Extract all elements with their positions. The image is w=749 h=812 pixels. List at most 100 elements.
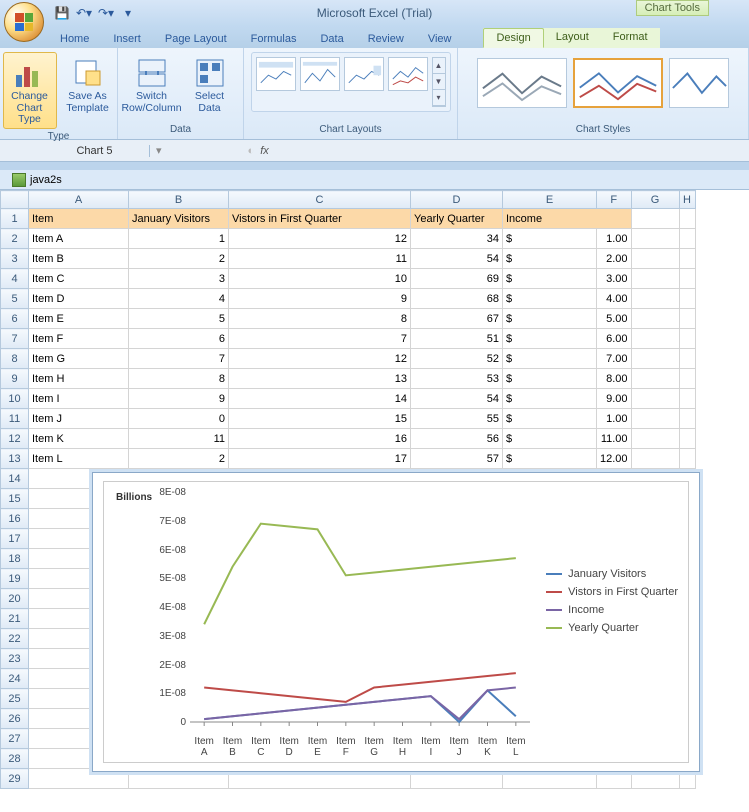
style-option-3[interactable] xyxy=(669,58,729,108)
col-header-A[interactable]: A xyxy=(29,191,129,209)
cell-D3[interactable]: 54 xyxy=(411,249,503,269)
col-header-E[interactable]: E xyxy=(503,191,597,209)
cell-D1[interactable]: Yearly Quarter xyxy=(411,209,503,229)
fx-icon[interactable]: fx xyxy=(260,145,269,157)
cell-F10[interactable]: 9.00 xyxy=(597,389,632,409)
row-header-3[interactable]: 3 xyxy=(1,249,29,269)
row-header-27[interactable]: 27 xyxy=(1,729,29,749)
tab-data[interactable]: Data xyxy=(308,30,355,48)
series-line[interactable] xyxy=(204,673,516,702)
cell-E6[interactable]: $ xyxy=(503,309,597,329)
chart-styles-gallery[interactable] xyxy=(471,52,735,114)
row-header-4[interactable]: 4 xyxy=(1,269,29,289)
change-chart-type-button[interactable]: Change Chart Type xyxy=(3,52,57,129)
cell-B1[interactable]: January Visitors xyxy=(129,209,229,229)
cell-A1[interactable]: Item xyxy=(29,209,129,229)
cell-C12[interactable]: 16 xyxy=(229,429,411,449)
cell-E3[interactable]: $ xyxy=(503,249,597,269)
row-header-29[interactable]: 29 xyxy=(1,769,29,789)
formula-input[interactable] xyxy=(275,145,575,157)
cell-C2[interactable]: 12 xyxy=(229,229,411,249)
select-all-corner[interactable] xyxy=(1,191,29,209)
cell-F4[interactable]: 3.00 xyxy=(597,269,632,289)
chart-legend[interactable]: January Visitors Vistors in First Quarter… xyxy=(546,562,678,640)
cell-A10[interactable]: Item I xyxy=(29,389,129,409)
col-header-F[interactable]: F xyxy=(597,191,632,209)
style-option-1[interactable] xyxy=(477,58,567,108)
cell-B12[interactable]: 11 xyxy=(129,429,229,449)
legend-item[interactable]: January Visitors xyxy=(546,568,678,580)
embedded-chart[interactable]: Billions 01E-082E-083E-084E-085E-086E-08… xyxy=(92,472,700,772)
cell-F9[interactable]: 8.00 xyxy=(597,369,632,389)
cell-E12[interactable]: $ xyxy=(503,429,597,449)
save-icon[interactable]: 💾 xyxy=(54,5,70,21)
tab-layout[interactable]: Layout xyxy=(544,28,601,48)
style-option-2[interactable] xyxy=(573,58,663,108)
cell-A3[interactable]: Item B xyxy=(29,249,129,269)
cell-D7[interactable]: 51 xyxy=(411,329,503,349)
cell-E8[interactable]: $ xyxy=(503,349,597,369)
cell-E13[interactable]: $ xyxy=(503,449,597,469)
cell-B5[interactable]: 4 xyxy=(129,289,229,309)
cell-D4[interactable]: 69 xyxy=(411,269,503,289)
select-data-button[interactable]: Select Data xyxy=(183,52,237,117)
layout-option-4[interactable] xyxy=(388,57,428,91)
row-header-8[interactable]: 8 xyxy=(1,349,29,369)
row-header-1[interactable]: 1 xyxy=(1,209,29,229)
row-header-17[interactable]: 17 xyxy=(1,529,29,549)
cell-D12[interactable]: 56 xyxy=(411,429,503,449)
cell-C3[interactable]: 11 xyxy=(229,249,411,269)
undo-icon[interactable]: ↶▾ xyxy=(76,5,92,21)
cell-C8[interactable]: 12 xyxy=(229,349,411,369)
switch-row-column-button[interactable]: Switch Row/Column xyxy=(125,52,179,117)
row-header-12[interactable]: 12 xyxy=(1,429,29,449)
row-header-28[interactable]: 28 xyxy=(1,749,29,769)
cell-A8[interactable]: Item G xyxy=(29,349,129,369)
col-header-D[interactable]: D xyxy=(411,191,503,209)
row-header-22[interactable]: 22 xyxy=(1,629,29,649)
tab-format[interactable]: Format xyxy=(601,28,660,48)
cell-A11[interactable]: Item J xyxy=(29,409,129,429)
row-header-7[interactable]: 7 xyxy=(1,329,29,349)
cell-E2[interactable]: $ xyxy=(503,229,597,249)
legend-item[interactable]: Vistors in First Quarter xyxy=(546,586,678,598)
cell-C9[interactable]: 13 xyxy=(229,369,411,389)
row-header-23[interactable]: 23 xyxy=(1,649,29,669)
cell-F5[interactable]: 4.00 xyxy=(597,289,632,309)
row-header-6[interactable]: 6 xyxy=(1,309,29,329)
cell-F2[interactable]: 1.00 xyxy=(597,229,632,249)
cell-B6[interactable]: 5 xyxy=(129,309,229,329)
cell-B10[interactable]: 9 xyxy=(129,389,229,409)
cell-D2[interactable]: 34 xyxy=(411,229,503,249)
cell-F6[interactable]: 5.00 xyxy=(597,309,632,329)
row-header-26[interactable]: 26 xyxy=(1,709,29,729)
tab-review[interactable]: Review xyxy=(356,30,416,48)
row-header-2[interactable]: 2 xyxy=(1,229,29,249)
row-header-24[interactable]: 24 xyxy=(1,669,29,689)
series-line[interactable] xyxy=(204,524,516,625)
cell-B2[interactable]: 1 xyxy=(129,229,229,249)
row-header-16[interactable]: 16 xyxy=(1,509,29,529)
cell-C13[interactable]: 17 xyxy=(229,449,411,469)
row-header-11[interactable]: 11 xyxy=(1,409,29,429)
cell-C1[interactable]: Vistors in First Quarter xyxy=(229,209,411,229)
cell-B3[interactable]: 2 xyxy=(129,249,229,269)
office-button[interactable] xyxy=(4,2,44,42)
cell-F11[interactable]: 1.00 xyxy=(597,409,632,429)
tab-insert[interactable]: Insert xyxy=(101,30,153,48)
cell-F7[interactable]: 6.00 xyxy=(597,329,632,349)
cell-E9[interactable]: $ xyxy=(503,369,597,389)
cell-B7[interactable]: 6 xyxy=(129,329,229,349)
cell-C6[interactable]: 8 xyxy=(229,309,411,329)
row-header-18[interactable]: 18 xyxy=(1,549,29,569)
row-header-13[interactable]: 13 xyxy=(1,449,29,469)
cell-D10[interactable]: 54 xyxy=(411,389,503,409)
name-box[interactable]: Chart 5 xyxy=(0,145,150,157)
cell-A4[interactable]: Item C xyxy=(29,269,129,289)
cell-C7[interactable]: 7 xyxy=(229,329,411,349)
plot-area[interactable] xyxy=(190,492,530,722)
cell-B4[interactable]: 3 xyxy=(129,269,229,289)
cell-A13[interactable]: Item L xyxy=(29,449,129,469)
tab-home[interactable]: Home xyxy=(48,30,101,48)
cell-D8[interactable]: 52 xyxy=(411,349,503,369)
